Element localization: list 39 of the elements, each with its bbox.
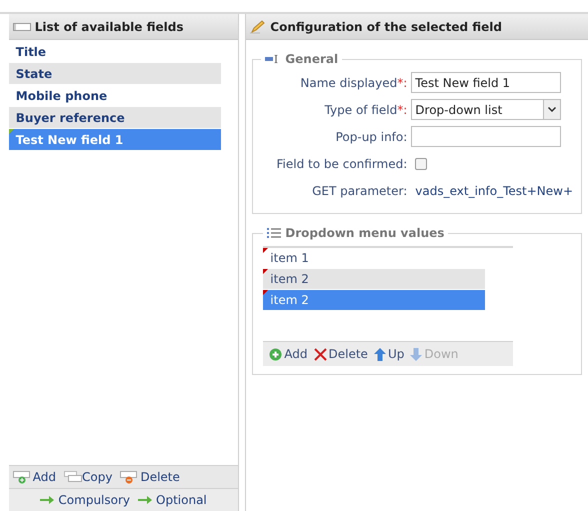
list-icon xyxy=(267,227,282,239)
delete-icon xyxy=(314,348,327,360)
arrow-icon xyxy=(138,496,152,504)
copy-icon xyxy=(64,471,82,483)
group-title: Dropdown menu values xyxy=(285,225,444,242)
add-button[interactable]: Add xyxy=(269,345,308,363)
legend-label: Compulsory xyxy=(58,492,130,509)
value-list-item[interactable]: item 2 xyxy=(263,269,486,289)
checkbox[interactable] xyxy=(415,158,428,170)
type-dropdown[interactable]: Drop-down list xyxy=(411,99,562,120)
pencil-icon xyxy=(250,20,266,34)
field-icon xyxy=(12,22,31,30)
field-label: GET parameter: xyxy=(312,182,408,200)
text-field[interactable]: Test New field 1 xyxy=(411,72,562,93)
required-mark: *: xyxy=(397,102,408,118)
add-button[interactable]: Add xyxy=(12,468,56,486)
parameter-value: vads_ext_info_Test+New+ xyxy=(414,182,574,200)
legend-label: Optional xyxy=(156,492,207,509)
add-icon xyxy=(269,348,282,360)
up-button[interactable]: Up xyxy=(374,345,404,363)
down-arrow-icon xyxy=(410,348,422,360)
panel-title: Configuration of the selected field xyxy=(270,18,502,36)
field-label: Pop-up info: xyxy=(336,128,408,146)
delete-button[interactable]: Delete xyxy=(314,345,368,363)
panel-title: List of available fields xyxy=(34,18,184,36)
field-label: Name displayed xyxy=(300,74,398,92)
text-field[interactable] xyxy=(411,126,562,147)
field-list-item[interactable]: Buyer reference xyxy=(8,107,221,128)
field-label: Field to be confirmed: xyxy=(276,156,408,172)
arrow-icon xyxy=(40,496,54,504)
field-label: Type of field xyxy=(324,102,398,118)
up-arrow-icon xyxy=(374,348,386,360)
add-icon xyxy=(12,470,33,484)
required-mark: *: xyxy=(397,74,408,92)
group-title: General xyxy=(285,51,338,68)
copy-button[interactable]: Copy xyxy=(64,468,112,486)
caret-icon xyxy=(548,107,556,112)
field-list-item[interactable]: State xyxy=(8,63,221,84)
delete-button[interactable]: Delete xyxy=(120,468,180,486)
